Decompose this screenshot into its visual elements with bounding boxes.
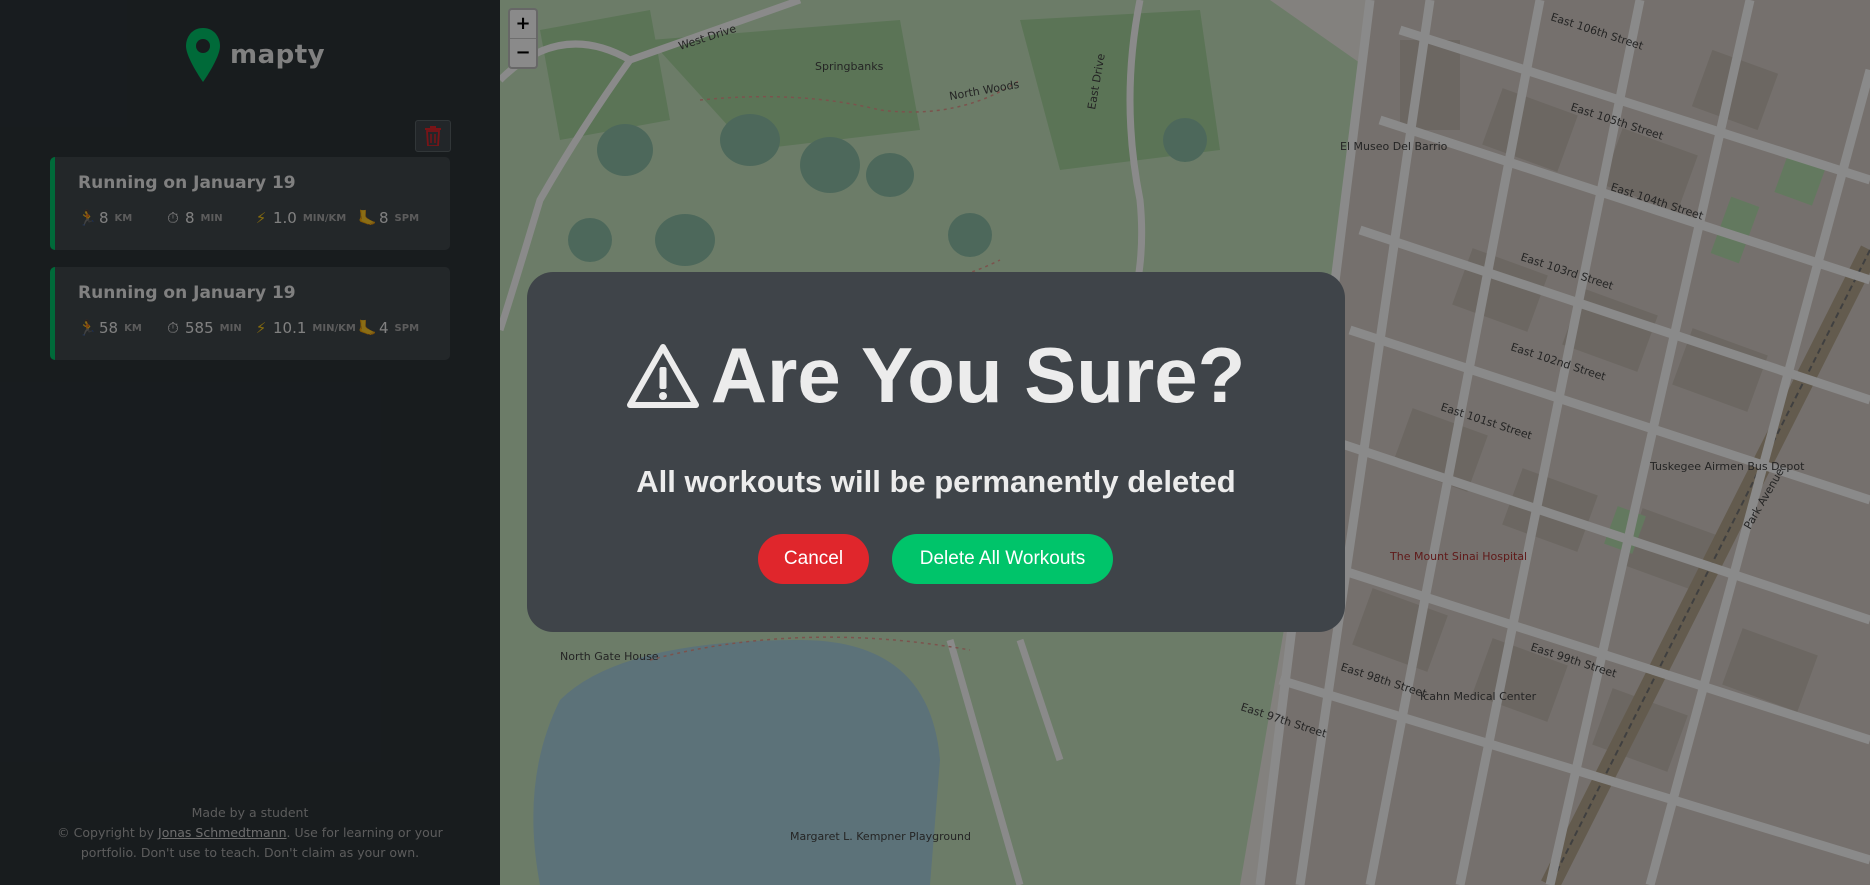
modal-message: All workouts will be permanently deleted <box>636 464 1236 499</box>
modal-title: Are You Sure? <box>527 330 1345 421</box>
cancel-button[interactable]: Cancel <box>758 534 869 584</box>
warning-icon <box>626 343 699 408</box>
delete-all-workouts-button[interactable]: Delete All Workouts <box>892 534 1113 584</box>
modal-heading: Are You Sure? <box>710 331 1246 419</box>
confirm-delete-modal: Are You Sure? All workouts will be perma… <box>527 272 1345 632</box>
